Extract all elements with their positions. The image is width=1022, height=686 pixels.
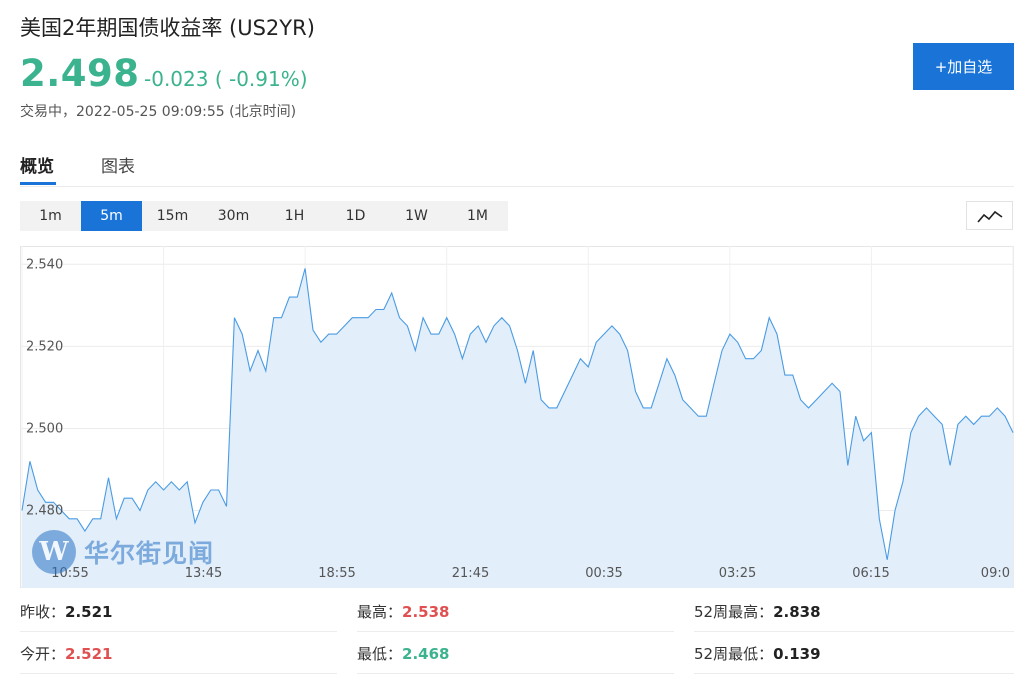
stat-value: 2.521 bbox=[65, 644, 113, 663]
period-1d[interactable]: 1D bbox=[325, 201, 386, 231]
x-tick-label: 09:0 bbox=[981, 566, 1010, 581]
stat-label: 最低： bbox=[357, 645, 403, 663]
period-selector: 1m 5m 15m 30m 1H 1D 1W 1M bbox=[20, 201, 508, 231]
stat-high: 最高： 2.538 bbox=[357, 592, 674, 632]
stat-label: 昨收： bbox=[20, 603, 66, 621]
period-5m[interactable]: 5m bbox=[81, 201, 142, 231]
x-tick-label: 21:45 bbox=[452, 566, 489, 581]
watermark-text: 华尔街见闻 bbox=[84, 539, 215, 568]
period-1m[interactable]: 1m bbox=[20, 201, 81, 231]
stat-value: 0.139 bbox=[773, 644, 821, 663]
x-tick-label: 00:35 bbox=[585, 566, 622, 581]
stat-label: 52周最低： bbox=[694, 645, 774, 663]
tab-bar: 概览 图表 bbox=[20, 150, 1014, 187]
x-tick-label: 06:15 bbox=[852, 566, 889, 581]
trading-status: 交易中，2022-05-25 09:09:55 (北京时间) bbox=[20, 104, 297, 120]
stat-52w-low: 52周最低： 0.139 bbox=[694, 634, 1014, 674]
stat-prev-close: 昨收： 2.521 bbox=[20, 592, 337, 632]
price-change: -0.023 ( -0.91%) bbox=[144, 67, 308, 91]
stat-value: 2.521 bbox=[65, 602, 113, 621]
page-title: 美国2年期国债收益率 (US2YR) bbox=[20, 16, 315, 40]
stat-label: 52周最高： bbox=[694, 603, 774, 621]
stat-open: 今开： 2.521 bbox=[20, 634, 337, 674]
stat-label: 今开： bbox=[20, 645, 66, 663]
y-tick-label: 2.480 bbox=[26, 504, 63, 519]
chart-type-button[interactable] bbox=[966, 201, 1013, 230]
current-price: 2.498 bbox=[20, 52, 140, 95]
watermark-logo: W bbox=[32, 530, 76, 574]
x-tick-label: 03:25 bbox=[719, 566, 756, 581]
stat-value: 2.468 bbox=[402, 644, 450, 663]
period-1mo[interactable]: 1M bbox=[447, 201, 508, 231]
add-to-watchlist-button[interactable]: +加自选 bbox=[913, 43, 1014, 90]
stat-52w-high: 52周最高： 2.838 bbox=[694, 592, 1014, 632]
period-1h[interactable]: 1H bbox=[264, 201, 325, 231]
tab-overview[interactable]: 概览 bbox=[20, 152, 54, 177]
watermark: W 华尔街见闻 bbox=[32, 530, 214, 574]
stat-value: 2.838 bbox=[773, 602, 821, 621]
y-tick-label: 2.540 bbox=[26, 257, 63, 272]
line-chart-icon bbox=[976, 210, 1002, 223]
stat-low: 最低： 2.468 bbox=[357, 634, 674, 674]
active-tab-indicator bbox=[20, 182, 56, 185]
x-tick-label: 18:55 bbox=[318, 566, 355, 581]
stat-value: 2.538 bbox=[402, 602, 450, 621]
stat-label: 最高： bbox=[357, 603, 403, 621]
period-15m[interactable]: 15m bbox=[142, 201, 203, 231]
y-tick-label: 2.500 bbox=[26, 421, 63, 436]
y-tick-label: 2.520 bbox=[26, 339, 63, 354]
period-30m[interactable]: 30m bbox=[203, 201, 264, 231]
period-1w[interactable]: 1W bbox=[386, 201, 447, 231]
tab-chart[interactable]: 图表 bbox=[101, 152, 135, 177]
